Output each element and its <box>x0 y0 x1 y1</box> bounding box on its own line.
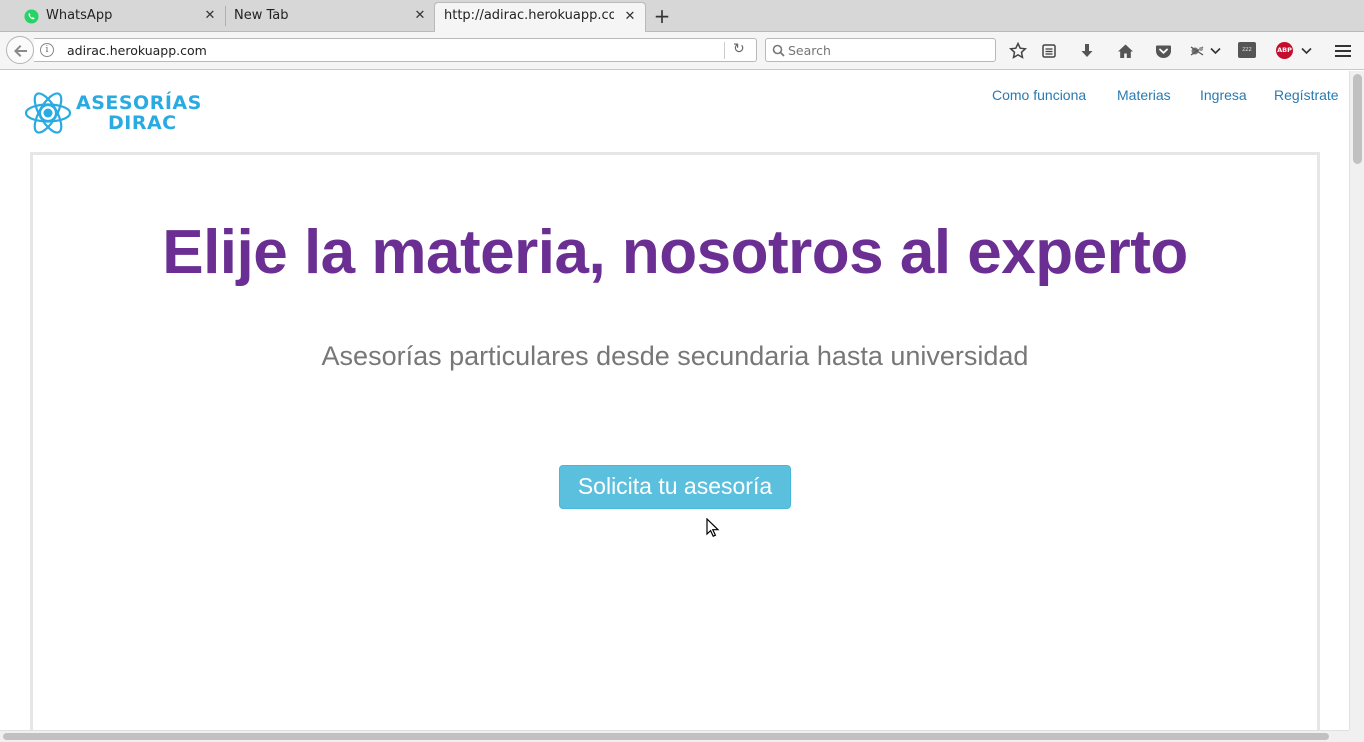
logo-line-2: DIRAC <box>108 112 177 134</box>
hero-panel: Elije la materia, nosotros al experto As… <box>30 152 1320 730</box>
hero-title: Elije la materia, nosotros al experto <box>162 218 1188 287</box>
page-viewport: ASESORÍAS DIRAC Como funciona Materias I… <box>0 71 1349 730</box>
home-icon[interactable] <box>1115 41 1135 61</box>
tab-new-tab[interactable]: New Tab ✕ <box>226 2 434 32</box>
close-tab-icon[interactable]: ✕ <box>623 10 637 24</box>
url-bar[interactable]: i adirac.herokuapp.com ↻ <box>34 38 757 62</box>
nav-ingresa[interactable]: Ingresa <box>1200 87 1247 103</box>
request-advisory-button[interactable]: Solicita tu asesoría <box>559 465 791 509</box>
logo-text: ASESORÍAS DIRAC <box>76 93 202 133</box>
back-arrow-icon <box>14 45 27 57</box>
horizontal-scroll-thumb[interactable] <box>3 733 1329 740</box>
nav-como-funciona[interactable]: Como funciona <box>992 87 1086 103</box>
reload-icon[interactable]: ↻ <box>733 41 745 57</box>
nav-registrate[interactable]: Regístrate <box>1274 87 1339 103</box>
atom-logo-icon <box>24 92 72 134</box>
reading-list-icon[interactable] <box>1039 41 1059 61</box>
tab-adirac[interactable]: http://adirac.herokuapp.com/ ✕ <box>434 2 646 32</box>
scrollbar-corner <box>1349 730 1364 742</box>
vertical-scroll-thumb[interactable] <box>1353 74 1362 164</box>
close-tab-icon[interactable]: ✕ <box>413 9 427 23</box>
logo-line-1: ASESORÍAS <box>76 92 202 114</box>
url-text[interactable]: adirac.herokuapp.com <box>67 43 207 58</box>
menu-icon[interactable] <box>1333 41 1353 61</box>
site-logo[interactable]: ASESORÍAS DIRAC <box>23 87 213 139</box>
close-tab-icon[interactable]: ✕ <box>203 9 217 23</box>
new-tab-button[interactable]: + <box>652 6 672 26</box>
mouse-cursor-icon <box>706 518 720 537</box>
pocket-icon[interactable] <box>1153 41 1173 61</box>
chevron-down-icon[interactable] <box>1207 41 1223 61</box>
search-input[interactable] <box>788 42 988 59</box>
back-button[interactable] <box>6 36 34 64</box>
horizontal-scrollbar[interactable] <box>0 730 1349 742</box>
tab-title: WhatsApp <box>46 8 113 23</box>
search-icon <box>772 44 785 57</box>
bookmark-star-icon[interactable] <box>1008 41 1028 61</box>
tab-title: http://adirac.herokuapp.com/ <box>444 8 614 23</box>
chevron-down-icon[interactable] <box>1298 41 1314 61</box>
navigation-toolbar: i adirac.herokuapp.com ↻ zzz ABP <box>0 32 1364 70</box>
extension-icon[interactable] <box>1188 41 1208 61</box>
tab-strip: WhatsApp ✕ New Tab ✕ http://adirac.herok… <box>0 0 1364 32</box>
nav-materias[interactable]: Materias <box>1117 87 1171 103</box>
whatsapp-icon <box>24 9 39 24</box>
vertical-scrollbar[interactable] <box>1349 71 1364 730</box>
tab-title: New Tab <box>234 8 289 23</box>
downloads-icon[interactable] <box>1077 41 1097 61</box>
search-bar[interactable] <box>765 38 996 62</box>
adblock-plus-icon[interactable]: ABP <box>1276 42 1293 59</box>
tab-whatsapp[interactable]: WhatsApp ✕ <box>16 2 224 32</box>
zzz-icon[interactable]: zzz <box>1238 42 1256 58</box>
site-info-icon[interactable]: i <box>40 43 54 57</box>
hero-subtitle: Asesorías particulares desde secundaria … <box>321 341 1029 371</box>
url-separator <box>724 42 725 59</box>
